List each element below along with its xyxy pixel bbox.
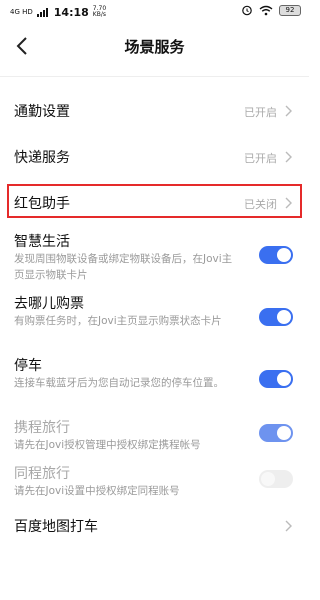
item-status: 已开启 [244,152,277,165]
chevron-right-icon [285,105,292,117]
wifi-icon [259,5,273,15]
item-title: 通勤设置 [14,104,70,120]
toggle-knob [277,248,291,262]
list-item-ctrip: 携程旅行 请先在Jovi授权管理中授权绑定携程帐号 [0,414,309,454]
item-title: 去哪儿购票 [14,296,84,312]
item-subtitle: 请先在Jovi设置中授权绑定同程账号 [14,485,180,497]
page-title: 场景服务 [124,38,185,56]
item-status: 已关闭 [244,198,277,211]
list-item-tongcheng: 同程旅行 请先在Jovi设置中授权绑定同程账号 [0,460,309,500]
toggle-knob [261,472,275,486]
item-title: 红包助手 [14,196,70,212]
battery-icon: 92 [279,4,301,16]
toggle-knob [277,372,291,386]
speed-unit: KB/s [92,11,106,18]
clock: 14:18 [53,5,89,19]
item-title: 百度地图打车 [14,519,98,535]
item-title: 停车 [14,358,42,374]
item-subtitle: 有购票任务时，在Jovi主页显示购票状态卡片 [14,315,222,327]
list-item-express[interactable]: 快递服务 已开启 [0,138,309,174]
top-bar: 场景服务 [0,28,309,64]
list-item-smart-life: 智慧生活 发现周围物联设备或绑定物联设备后，在Jovi主页显示物联卡片 [0,228,309,284]
parking-toggle[interactable] [259,370,293,388]
status-bar: 4G HD 14:18 7.70 KB/s 92 [0,0,309,24]
list-item-commute[interactable]: 通勤设置 已开启 [0,92,309,128]
item-status: 已开启 [244,106,277,119]
alarm-icon [242,5,252,16]
item-subtitle: 请先在Jovi授权管理中授权绑定携程帐号 [14,439,201,451]
list-item-red-packet[interactable]: 红包助手 已关闭 [0,184,309,220]
network-speed: 7.70 KB/s [93,6,106,18]
toggle-knob [277,426,291,440]
chevron-right-icon [285,197,292,209]
item-title: 快递服务 [14,150,70,166]
signal-icon [36,7,48,17]
smart-life-toggle[interactable] [259,246,293,264]
chevron-right-icon [285,151,292,163]
network-label: 4G HD [10,7,33,16]
list-item-baidu-taxi[interactable]: 百度地图打车 [0,510,309,546]
list-item-parking: 停车 连接车载蓝牙后为您自动记录您的停车位置。 [0,352,309,408]
chevron-right-icon [285,520,292,532]
battery-level: 92 [285,6,295,14]
item-title: 携程旅行 [14,420,70,436]
header-divider [0,76,309,77]
item-title: 同程旅行 [14,466,70,482]
tongcheng-toggle[interactable] [259,470,293,488]
item-title: 智慧生活 [14,234,70,250]
qunar-toggle[interactable] [259,308,293,326]
network-indicator: 4G HD [10,7,33,16]
ctrip-toggle[interactable] [259,424,293,442]
item-subtitle: 连接车载蓝牙后为您自动记录您的停车位置。 [14,377,224,389]
list-item-qunar-tickets: 去哪儿购票 有购票任务时，在Jovi主页显示购票状态卡片 [0,290,309,346]
toggle-knob [277,310,291,324]
item-subtitle: 发现周围物联设备或绑定物联设备后，在Jovi主页显示物联卡片 [14,253,233,281]
